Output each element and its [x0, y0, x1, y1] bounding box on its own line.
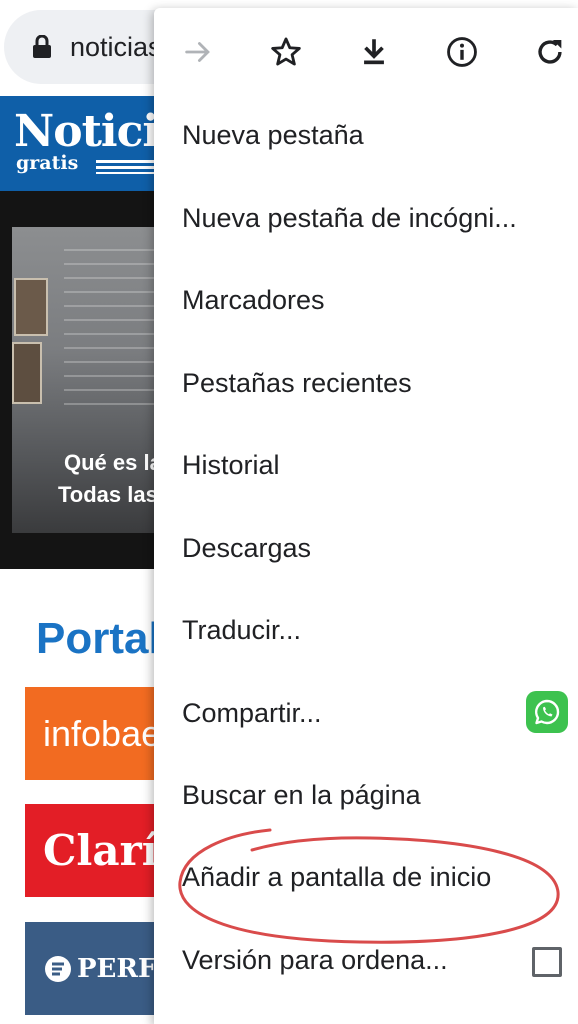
- menu-item-label: Nueva pestaña de incógni...: [182, 202, 517, 233]
- url-text: noticias: [70, 31, 162, 62]
- hero-headline-line2[interactable]: Todas las: [58, 482, 158, 508]
- hero-photo-2: [12, 342, 42, 404]
- whatsapp-glyph-icon: [535, 699, 560, 725]
- menu-item-find-in-page[interactable]: Buscar en la página: [154, 754, 578, 836]
- menu-item-translate[interactable]: Traducir...: [154, 589, 578, 671]
- forward-icon: [185, 42, 210, 62]
- menu-item-label: Buscar en la página: [182, 779, 421, 810]
- info-icon: [447, 37, 477, 67]
- reload-icon: [538, 39, 562, 64]
- menu-item-label: Versión para ordena...: [182, 944, 448, 975]
- menu-item-label: Añadir a pantalla de inicio: [182, 861, 492, 892]
- hero-headline-line1[interactable]: Qué es la: [64, 450, 162, 476]
- menu-item-label: Descargas: [182, 532, 312, 563]
- lock-icon: [33, 35, 51, 58]
- menu-item-recent-tabs[interactable]: Pestañas recientes: [154, 342, 578, 424]
- portal-tile-label: infobae: [43, 712, 162, 754]
- menu-item-new-incognito-tab[interactable]: Nueva pestaña de incógni...: [154, 177, 578, 259]
- perfil-logo-icon: [45, 955, 71, 982]
- star-icon: [271, 37, 301, 66]
- hero-photo-1: [14, 278, 48, 336]
- menu-item-label: Marcadores: [182, 284, 325, 315]
- forward-button[interactable]: [172, 26, 224, 78]
- browser-overflow-menu: Nueva pestaña Nueva pestaña de incógni..…: [154, 8, 578, 1024]
- menu-item-label: Traducir...: [182, 614, 302, 645]
- menu-item-label: Historial: [182, 449, 280, 480]
- whatsapp-icon[interactable]: [526, 691, 568, 733]
- menu-item-label: Compartir...: [182, 697, 322, 728]
- site-logo-subtitle: gratis: [16, 152, 79, 174]
- menu-item-new-tab[interactable]: Nueva pestaña: [154, 94, 578, 176]
- download-button[interactable]: [348, 26, 400, 78]
- menu-item-desktop-site[interactable]: Versión para ordena...: [154, 919, 578, 1001]
- menu-item-bookmarks[interactable]: Marcadores: [154, 259, 578, 341]
- menu-item-label: Nueva pestaña: [182, 119, 364, 150]
- menu-item-share[interactable]: Compartir...: [154, 672, 578, 754]
- menu-item-history[interactable]: Historial: [154, 424, 578, 506]
- reload-button[interactable]: [524, 26, 576, 78]
- menu-item-downloads[interactable]: Descargas: [154, 507, 578, 589]
- page-info-button[interactable]: [436, 26, 488, 78]
- desktop-site-checkbox[interactable]: [532, 947, 562, 977]
- download-icon: [364, 39, 384, 65]
- menu-item-add-to-home-screen[interactable]: Añadir a pantalla de inicio: [154, 836, 578, 918]
- menu-item-label: Pestañas recientes: [182, 367, 412, 398]
- bookmark-button[interactable]: [260, 26, 312, 78]
- menu-toolbar: [154, 8, 578, 98]
